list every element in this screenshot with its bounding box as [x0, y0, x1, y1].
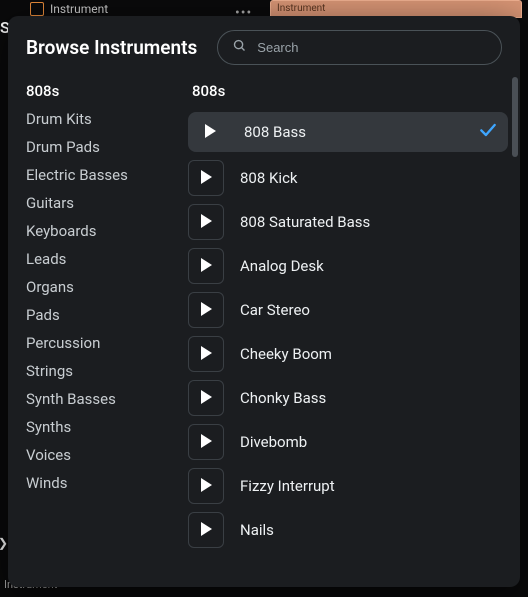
play-button[interactable]	[192, 116, 228, 148]
category-item[interactable]: Leads	[26, 245, 176, 273]
instrument-label: Fizzy Interrupt	[240, 477, 508, 495]
category-item[interactable]: Electric Basses	[26, 161, 176, 189]
instrument-item[interactable]: Chonky Bass	[188, 380, 508, 416]
instrument-label: Cheeky Boom	[240, 345, 508, 363]
play-icon	[200, 521, 212, 540]
background-panel-label: Instrument	[277, 3, 325, 14]
play-icon	[200, 301, 212, 320]
play-icon	[200, 213, 212, 232]
list-heading: 808s	[188, 75, 508, 112]
search-field[interactable]	[217, 30, 502, 65]
category-item[interactable]: Winds	[26, 469, 176, 497]
play-icon	[200, 345, 212, 364]
search-input[interactable]	[257, 40, 487, 55]
scrollbar-thumb[interactable]	[512, 77, 518, 157]
play-button[interactable]	[188, 424, 224, 460]
play-icon	[200, 389, 212, 408]
play-button[interactable]	[188, 160, 224, 196]
instrument-label: Car Stereo	[240, 301, 508, 319]
category-item[interactable]: Keyboards	[26, 217, 176, 245]
category-item[interactable]: Synths	[26, 413, 176, 441]
instrument-label: Analog Desk	[240, 257, 508, 275]
instrument-label: Nails	[240, 521, 508, 539]
modal-title: Browse Instruments	[26, 36, 197, 59]
instrument-item[interactable]: Fizzy Interrupt	[188, 468, 508, 504]
category-item[interactable]: Voices	[26, 441, 176, 469]
play-button[interactable]	[188, 380, 224, 416]
instrument-label: 808 Kick	[240, 169, 508, 187]
instrument-item[interactable]: Analog Desk	[188, 248, 508, 284]
instrument-item[interactable]: Car Stereo	[188, 292, 508, 328]
instrument-item[interactable]: Divebomb	[188, 424, 508, 460]
chevron-right-icon: ❯	[0, 536, 8, 550]
category-item[interactable]: Drum Pads	[26, 133, 176, 161]
category-item[interactable]: Drum Kits	[26, 105, 176, 133]
instrument-label: Divebomb	[240, 433, 508, 451]
category-item[interactable]: Synth Basses	[26, 385, 176, 413]
category-item[interactable]: Guitars	[26, 189, 176, 217]
category-item[interactable]: 808s	[26, 77, 176, 105]
play-icon	[200, 257, 212, 276]
instrument-item[interactable]: 808 Bass	[188, 112, 508, 152]
category-item[interactable]: Organs	[26, 273, 176, 301]
instrument-list: 808 Bass 808 Kick 808 Saturated Bass Analog…	[188, 112, 508, 579]
play-icon	[200, 169, 212, 188]
background-tab: Instrument	[30, 2, 108, 16]
play-button[interactable]	[188, 512, 224, 548]
browse-instruments-modal: Browse Instruments 808sDrum KitsDrum Pad…	[8, 16, 520, 587]
category-item[interactable]: Percussion	[26, 329, 176, 357]
category-list: 808sDrum KitsDrum PadsElectric BassesGui…	[26, 75, 176, 579]
play-button[interactable]	[188, 248, 224, 284]
search-icon	[232, 38, 247, 57]
instrument-icon	[30, 2, 44, 16]
instrument-item[interactable]: Nails	[188, 512, 508, 548]
instrument-label: Chonky Bass	[240, 389, 508, 407]
instrument-label: 808 Bass	[244, 123, 462, 141]
instrument-label: 808 Saturated Bass	[240, 213, 508, 231]
play-button[interactable]	[188, 292, 224, 328]
instrument-item[interactable]: 808 Saturated Bass	[188, 204, 508, 240]
category-item[interactable]: Pads	[26, 301, 176, 329]
play-icon	[204, 123, 216, 142]
play-icon	[200, 433, 212, 452]
play-button[interactable]	[188, 336, 224, 372]
instrument-item[interactable]: 808 Kick	[188, 160, 508, 196]
check-icon	[478, 120, 498, 144]
instrument-item[interactable]: Cheeky Boom	[188, 336, 508, 372]
play-button[interactable]	[188, 204, 224, 240]
play-button[interactable]	[188, 468, 224, 504]
background-tab-label: Instrument	[50, 2, 108, 16]
play-icon	[200, 477, 212, 496]
category-item[interactable]: Strings	[26, 357, 176, 385]
